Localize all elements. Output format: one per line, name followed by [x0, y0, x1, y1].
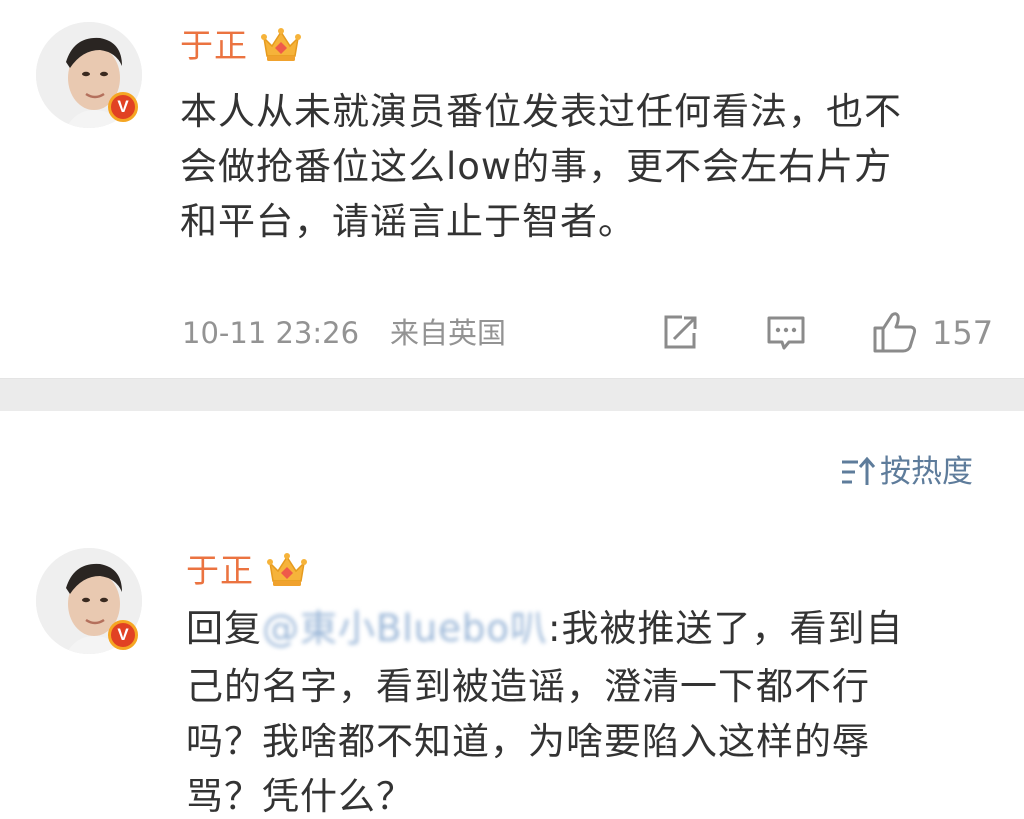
- reply-text-line-1-rest: :我被推送了，看到自: [548, 607, 904, 650]
- post-text-line-1: 本人从未就演员番位发表过任何看法，也不: [180, 90, 902, 133]
- post-username[interactable]: 于正: [180, 26, 248, 66]
- thumbs-up-icon[interactable]: [872, 310, 918, 354]
- post-text-line-2: 会做抢番位这么low的事，更不会左右片方: [180, 145, 893, 188]
- reply-prefix: 回复: [186, 607, 262, 650]
- reply-text-line-1: 回复@東小Bluebo叭:我被推送了，看到自: [186, 601, 903, 656]
- reply-username[interactable]: 于正: [186, 551, 254, 591]
- avatar[interactable]: V: [36, 22, 142, 128]
- verified-v-icon: V: [108, 92, 138, 122]
- reply-text-line-4: 骂？凭什么？: [186, 775, 414, 818]
- share-icon[interactable]: [660, 313, 700, 353]
- comment-icon[interactable]: [766, 313, 806, 353]
- reply-target-mention[interactable]: @東小Bluebo叭: [262, 607, 548, 650]
- reply-crown-vip-icon: [267, 553, 307, 586]
- reply-verified-v-icon: V: [108, 620, 138, 650]
- post-timestamp: 10-11 23:26: [182, 316, 360, 350]
- reply-text-line-2: 己的名字，看到被造谣，澄清一下都不行: [186, 665, 870, 708]
- post-text-line-3: 和平台，请谣言止于智者。: [180, 200, 636, 243]
- like-count: 157: [932, 314, 994, 352]
- weibo-comment-screen: V 于正 本人从未就演员番位发表过任何看法，也不 会做抢番位这么low的事，更不…: [0, 0, 1024, 819]
- reply-text-line-3: 吗？我啥都不知道，为啥要陷入这样的辱: [186, 720, 870, 763]
- sort-icon[interactable]: [840, 456, 876, 488]
- section-separator: [0, 378, 1024, 411]
- crown-vip-icon: [261, 28, 301, 61]
- sort-by-hot-button[interactable]: 按热度: [880, 452, 973, 492]
- reply-avatar[interactable]: V: [36, 548, 142, 654]
- post-location: 来自英国: [390, 316, 507, 350]
